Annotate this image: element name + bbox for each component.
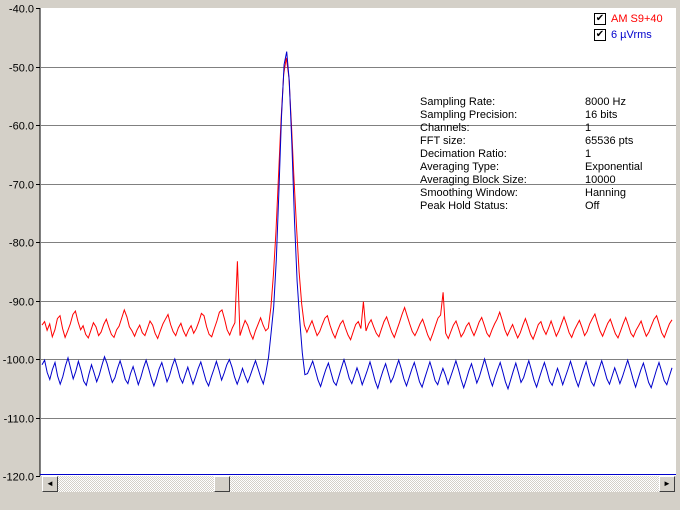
- info-value: Hanning: [585, 187, 626, 199]
- y-axis-ticks: -40.0 -50.0 -60.0 -70.0 -80.0 -90.0 -100.0 -110…: [3, 4, 40, 484]
- y-tick-label: -50.0: [9, 63, 34, 75]
- scrollbar-thumb[interactable]: [214, 476, 230, 492]
- legend-item-6uvrms[interactable]: ✔ 6 µVrms: [594, 28, 652, 43]
- legend-checkbox-am-s9[interactable]: ✔: [594, 13, 606, 26]
- left-arrow-icon: ◄: [46, 479, 54, 488]
- info-value: 10000: [585, 174, 616, 186]
- y-tick-label: -90.0: [9, 297, 34, 309]
- info-value: 65536 pts: [585, 135, 634, 147]
- y-tick-label: -110.0: [4, 414, 34, 426]
- horizontal-scrollbar[interactable]: ◄ ►: [42, 476, 675, 492]
- info-label: Averaging Type:: [420, 161, 500, 173]
- info-label: Decimation Ratio:: [420, 148, 507, 160]
- y-tick-label: -40.0: [9, 4, 34, 16]
- y-tick-label: -60.0: [9, 121, 34, 133]
- legend-label-6uvrms: 6 µVrms: [611, 29, 652, 41]
- legend-item-am-s9[interactable]: ✔ AM S9+40: [594, 12, 663, 27]
- scroll-right-button[interactable]: ►: [659, 476, 675, 492]
- side-marker: [0, 182, 3, 200]
- info-value: 8000 Hz: [585, 96, 626, 108]
- spectrum-plot: -40.0 -50.0 -60.0 -70.0 -80.0 -90.0 -100.0 -110…: [3, 4, 676, 484]
- legend: ✔ AM S9+40 ✔ 6 µVrms: [592, 11, 676, 45]
- legend-checkbox-6uvrms[interactable]: ✔: [594, 29, 606, 42]
- info-value: 16 bits: [585, 109, 618, 121]
- y-tick-label: -120.0: [3, 472, 34, 484]
- info-value: Exponential: [585, 161, 643, 173]
- y-tick-label: -80.0: [9, 238, 34, 250]
- info-label: Smoothing Window:: [420, 187, 518, 199]
- info-value: Off: [585, 200, 600, 212]
- info-label: Sampling Precision:: [420, 109, 518, 121]
- right-arrow-icon: ►: [663, 479, 671, 488]
- info-label: Peak Hold Status:: [420, 200, 509, 212]
- info-value: 1: [585, 122, 592, 134]
- info-label: Channels:: [420, 122, 470, 134]
- info-label: Sampling Rate:: [420, 96, 496, 108]
- info-label: Averaging Block Size:: [420, 174, 527, 186]
- scroll-left-button[interactable]: ◄: [42, 476, 58, 492]
- info-value: 1: [585, 148, 592, 160]
- info-label: FFT size:: [420, 135, 466, 147]
- y-tick-label: -100.0: [3, 355, 34, 367]
- y-tick-label: -70.0: [9, 180, 34, 192]
- legend-label-am-s9: AM S9+40: [611, 13, 663, 25]
